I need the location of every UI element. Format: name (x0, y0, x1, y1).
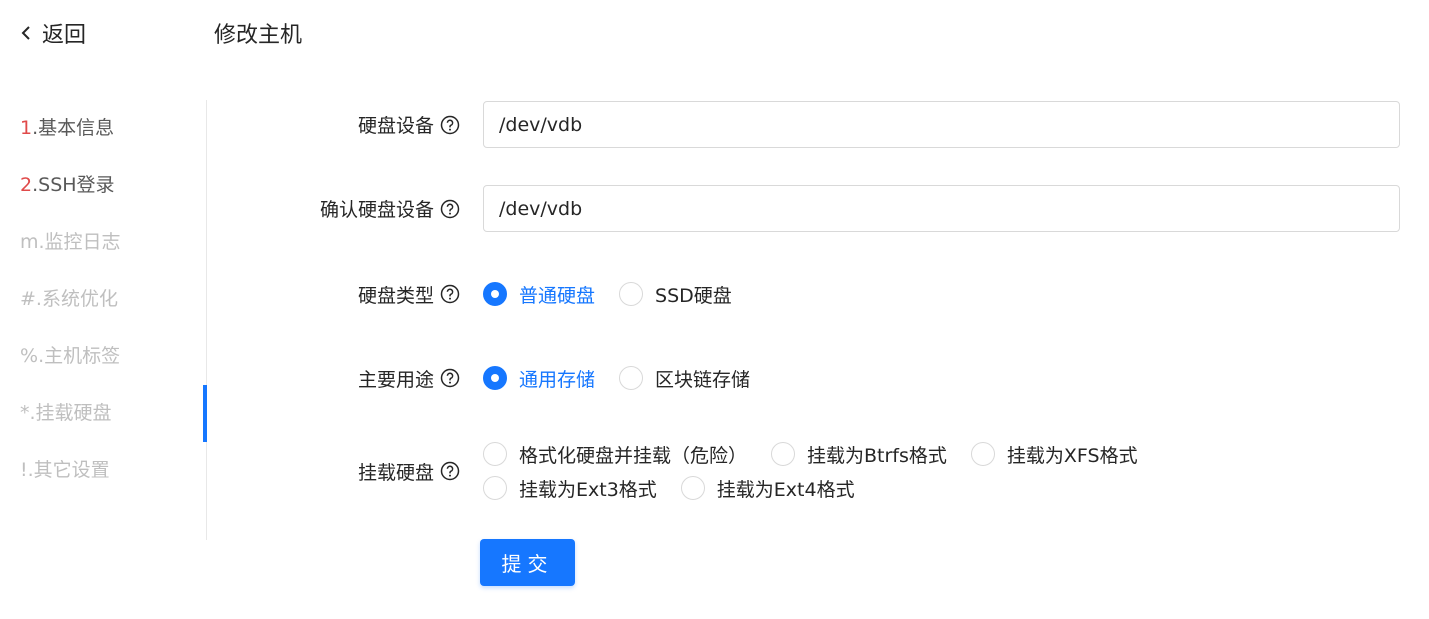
radio-circle (483, 366, 507, 390)
question-circle-icon[interactable] (440, 115, 460, 135)
disk-device-input[interactable] (483, 101, 1400, 148)
question-circle-icon[interactable] (440, 284, 460, 304)
step-other-settings[interactable]: !.其它设置 (0, 442, 206, 499)
step-host-tags[interactable]: %.主机标签 (0, 328, 206, 385)
radio-ssd-disk[interactable]: SSD硬盘 (619, 281, 732, 308)
step-nav: 1.基本信息 2.SSH登录 m.监控日志 #.系统优化 %.主机标签 *.挂载… (0, 100, 207, 540)
radio-circle (680, 476, 705, 500)
radio-circle (483, 282, 507, 306)
form-row-confirm-disk-device: 确认硬盘设备 (206, 185, 1400, 232)
usage-label: 主要用途 (206, 365, 460, 392)
form-row-mount: 挂载硬盘 格式化硬盘并挂载（危险） 挂载为Btrfs格式 挂载为XFS格式 挂载… (206, 437, 1400, 505)
disk-device-label: 硬盘设备 (206, 111, 460, 138)
step-mount-disk[interactable]: *.挂载硬盘 (0, 385, 207, 442)
radio-mount-btrfs[interactable]: 挂载为Btrfs格式 (771, 441, 947, 468)
question-circle-icon[interactable] (440, 461, 460, 481)
back-label: 返回 (42, 23, 87, 48)
back-link[interactable]: 返回 (18, 17, 86, 49)
form-row-disk-device: 硬盘设备 (206, 101, 1400, 148)
step-monitor-log[interactable]: m.监控日志 (0, 214, 206, 271)
radio-mount-xfs[interactable]: 挂载为XFS格式 (970, 441, 1138, 468)
radio-circle (483, 476, 507, 500)
confirm-disk-device-input[interactable] (483, 185, 1400, 232)
step-system-optimize[interactable]: #.系统优化 (0, 271, 206, 328)
radio-format-and-mount[interactable]: 格式化硬盘并挂载（危险） (483, 441, 747, 468)
step-basic-info[interactable]: 1.基本信息 (0, 100, 206, 157)
form-row-disk-type: 硬盘类型 普通硬盘 SSD硬盘 (206, 279, 1400, 309)
page-title: 修改主机 (214, 23, 303, 48)
confirm-disk-device-label: 确认硬盘设备 (206, 195, 460, 222)
radio-circle (619, 366, 644, 390)
form-row-usage: 主要用途 通用存储 区块链存储 (206, 363, 1400, 393)
radio-circle (771, 442, 796, 466)
disk-type-label: 硬盘类型 (206, 281, 460, 308)
chevron-left-icon (21, 26, 30, 40)
radio-circle (483, 442, 507, 466)
step-ssh-login[interactable]: 2.SSH登录 (0, 157, 206, 214)
radio-general-storage[interactable]: 通用存储 (483, 365, 595, 392)
radio-mount-ext4[interactable]: 挂载为Ext4格式 (680, 475, 855, 502)
question-circle-icon[interactable] (440, 199, 460, 219)
radio-mount-ext3[interactable]: 挂载为Ext3格式 (483, 475, 657, 502)
radio-normal-disk[interactable]: 普通硬盘 (483, 281, 595, 308)
mount-label: 挂载硬盘 (206, 458, 460, 485)
submit-button[interactable]: 提交 (480, 539, 575, 586)
radio-blockchain-storage[interactable]: 区块链存储 (619, 365, 750, 392)
radio-circle (970, 442, 995, 466)
question-circle-icon[interactable] (440, 368, 460, 388)
radio-circle (619, 282, 644, 306)
